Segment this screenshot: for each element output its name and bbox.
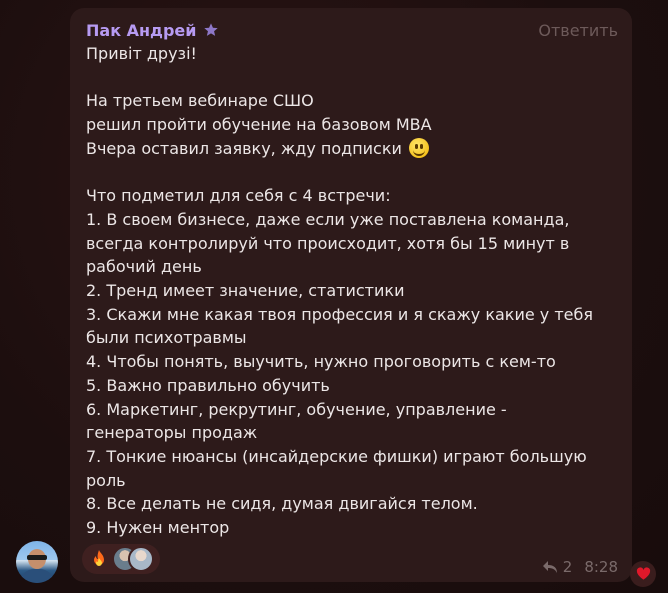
message-line: 7. Тонкие нюансы (инсайдерские фишки) иг… xyxy=(86,446,587,466)
message-line: 6. Маркетинг, рекрутинг, обучение, управ… xyxy=(86,399,507,419)
own-reaction-heart[interactable] xyxy=(630,561,656,587)
message-time: 8:28 xyxy=(584,558,618,576)
reply-button[interactable]: Ответить xyxy=(538,21,618,40)
message-line: всегда контролируй что происходит, хотя … xyxy=(86,233,570,253)
message-line xyxy=(86,66,618,90)
heart-icon xyxy=(636,567,650,580)
message-line xyxy=(86,161,618,185)
message-line: решил пройти обучение на базовом МВА xyxy=(86,115,432,135)
message-line: 3. Скажи мне какая твоя профессия и я ск… xyxy=(86,304,593,324)
message-line: были психотравмы xyxy=(86,328,247,348)
author-name[interactable]: Пак Андрей xyxy=(86,21,197,40)
smile-emoji-icon xyxy=(409,137,429,158)
message-line: 8. Все делать не сидя, думая двигайся те… xyxy=(86,494,478,514)
author-avatar[interactable] xyxy=(16,541,58,583)
reactor-avatar xyxy=(128,546,154,572)
message-text: Привіт друзі! На третьем вебинаре СШО ре… xyxy=(86,42,618,540)
message-line: 1. В своем бизнесе, даже если уже постав… xyxy=(86,209,570,229)
message-footer: 2 8:28 xyxy=(542,558,618,576)
avatar-body xyxy=(20,569,54,583)
star-icon xyxy=(203,23,218,36)
message-header: Пак Андрей Ответить xyxy=(86,18,618,42)
chat-view: Пак Андрей Ответить Привіт друзі! На тре… xyxy=(0,0,668,593)
avatar-glasses xyxy=(27,555,47,560)
message-line-text: Вчера оставил заявку, жду подписки xyxy=(86,138,402,158)
message-line: 9. Нужен ментор xyxy=(86,518,230,538)
message-line: 4. Чтобы понять, выучить, нужно проговор… xyxy=(86,352,556,372)
message-line: Что подметил для себя с 4 встречи: xyxy=(86,186,391,206)
message-line-with-emoji: Вчера оставил заявку, жду подписки xyxy=(86,137,618,161)
message-line: генераторы продаж xyxy=(86,423,258,443)
message-line: рабочий день xyxy=(86,257,202,277)
reply-arrow-icon[interactable] xyxy=(542,560,558,574)
message-line: На третьем вебинаре СШО xyxy=(86,91,314,111)
reply-count[interactable]: 2 xyxy=(563,558,573,576)
message-line: Привіт друзі! xyxy=(86,44,197,63)
message-line: роль xyxy=(86,470,126,490)
message-line: 5. Важно правильно обучить xyxy=(86,375,330,395)
fire-icon xyxy=(94,550,104,566)
reaction-fire[interactable] xyxy=(82,544,160,574)
message-bubble[interactable]: Пак Андрей Ответить Привіт друзі! На тре… xyxy=(70,8,632,582)
message-line: 2. Тренд имеет значение, статистики xyxy=(86,281,405,300)
